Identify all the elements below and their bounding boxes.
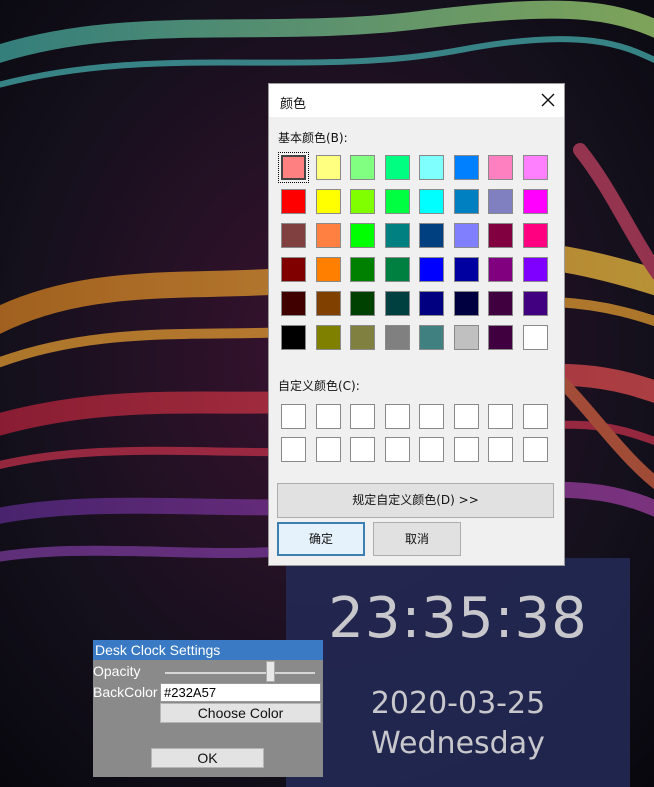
custom-color-swatch[interactable]: [453, 437, 479, 462]
dialog-ok-button[interactable]: 确定: [277, 522, 365, 556]
basic-color-swatch[interactable]: [384, 291, 410, 316]
basic-color-swatch[interactable]: [419, 291, 444, 316]
custom-color-swatch[interactable]: [384, 437, 410, 462]
close-icon[interactable]: [539, 91, 557, 109]
basic-color-swatch[interactable]: [281, 223, 306, 248]
basic-colors-label: 基本颜色(B):: [278, 131, 348, 145]
custom-color-swatch[interactable]: [522, 437, 548, 462]
basic-color-swatch[interactable]: [488, 257, 513, 282]
basic-color-swatch[interactable]: [350, 189, 375, 214]
basic-color-swatch[interactable]: [281, 291, 306, 316]
custom-color-swatch[interactable]: [315, 404, 341, 429]
basic-color-swatch[interactable]: [453, 223, 479, 248]
choose-color-button[interactable]: Choose Color: [160, 703, 321, 723]
basic-color-swatch[interactable]: [453, 257, 479, 282]
basic-color-swatch[interactable]: [522, 291, 548, 316]
basic-color-swatch[interactable]: [315, 325, 341, 350]
basic-color-swatch[interactable]: [488, 325, 513, 350]
basic-color-swatch[interactable]: [419, 257, 444, 282]
dialog-title: 颜色: [280, 97, 307, 112]
basic-color-swatch[interactable]: [488, 155, 513, 180]
custom-color-swatch[interactable]: [453, 404, 479, 429]
basic-color-swatch[interactable]: [315, 291, 341, 316]
basic-color-swatch[interactable]: [350, 223, 375, 248]
basic-color-swatch[interactable]: [453, 189, 479, 214]
basic-color-swatch[interactable]: [281, 257, 306, 282]
clock-date: 2020-03-25: [370, 686, 546, 721]
basic-color-swatch[interactable]: [315, 189, 341, 214]
custom-color-swatch[interactable]: [315, 437, 341, 462]
basic-color-swatch[interactable]: [384, 155, 410, 180]
basic-color-swatch[interactable]: [350, 257, 375, 282]
custom-color-swatch[interactable]: [522, 404, 548, 429]
basic-color-swatch[interactable]: [522, 155, 548, 180]
basic-color-swatch[interactable]: [453, 291, 479, 316]
clock-weekday: Wednesday: [371, 726, 545, 761]
custom-color-swatch[interactable]: [488, 437, 513, 462]
basic-color-swatch[interactable]: [315, 155, 341, 180]
opacity-slider-track[interactable]: [165, 672, 315, 674]
dialog-titlebar: 颜色: [269, 84, 564, 117]
backcolor-input[interactable]: [160, 683, 321, 702]
basic-color-swatch[interactable]: [522, 257, 548, 282]
custom-color-swatch[interactable]: [350, 404, 375, 429]
define-custom-colors-button[interactable]: 规定自定义颜色(D) >>: [277, 483, 554, 518]
custom-color-swatch[interactable]: [488, 404, 513, 429]
custom-color-swatch[interactable]: [419, 437, 444, 462]
custom-color-swatch[interactable]: [384, 404, 410, 429]
basic-color-swatch[interactable]: [315, 223, 341, 248]
basic-color-swatch[interactable]: [281, 189, 306, 214]
basic-color-swatch[interactable]: [350, 291, 375, 316]
settings-ok-button[interactable]: OK: [151, 748, 264, 768]
color-dialog: 颜色 基本颜色(B): 自定义颜色(C): 规定自定义颜色(D) >> 确定 取…: [268, 83, 565, 566]
basic-color-swatch[interactable]: [488, 291, 513, 316]
basic-color-swatch[interactable]: [522, 189, 548, 214]
basic-color-swatch[interactable]: [384, 189, 410, 214]
custom-color-swatch[interactable]: [281, 437, 306, 462]
custom-color-swatch[interactable]: [419, 404, 444, 429]
basic-color-swatch[interactable]: [384, 223, 410, 248]
custom-color-swatch[interactable]: [350, 437, 375, 462]
basic-color-swatch[interactable]: [522, 223, 548, 248]
basic-color-swatch[interactable]: [278, 152, 309, 183]
basic-color-swatch[interactable]: [350, 155, 375, 180]
dialog-cancel-button[interactable]: 取消: [373, 522, 461, 556]
basic-color-swatch[interactable]: [384, 257, 410, 282]
basic-color-swatch[interactable]: [350, 325, 375, 350]
basic-color-swatch[interactable]: [281, 325, 306, 350]
basic-color-swatch[interactable]: [522, 325, 548, 350]
basic-color-swatch[interactable]: [453, 155, 479, 180]
basic-color-swatch[interactable]: [453, 325, 479, 350]
basic-color-swatch[interactable]: [384, 325, 410, 350]
basic-color-swatch[interactable]: [488, 223, 513, 248]
basic-color-swatch[interactable]: [419, 325, 444, 350]
custom-colors-label: 自定义颜色(C):: [278, 379, 360, 393]
basic-color-swatch[interactable]: [419, 155, 444, 180]
custom-color-swatch[interactable]: [281, 404, 306, 429]
basic-color-swatch[interactable]: [315, 257, 341, 282]
opacity-label: Opacity: [93, 663, 141, 679]
settings-title: Desk Clock Settings: [93, 640, 323, 660]
clock-time: 23:35:38: [328, 586, 588, 651]
basic-color-swatch[interactable]: [419, 189, 444, 214]
desk-clock-window: 23:35:38 2020-03-25 Wednesday: [286, 558, 630, 787]
settings-window: Desk Clock Settings Opacity BackColor Ch…: [93, 640, 323, 777]
basic-color-swatch[interactable]: [419, 223, 444, 248]
basic-color-swatch[interactable]: [488, 189, 513, 214]
opacity-slider-thumb[interactable]: [266, 661, 275, 682]
backcolor-label: BackColor: [93, 684, 158, 700]
